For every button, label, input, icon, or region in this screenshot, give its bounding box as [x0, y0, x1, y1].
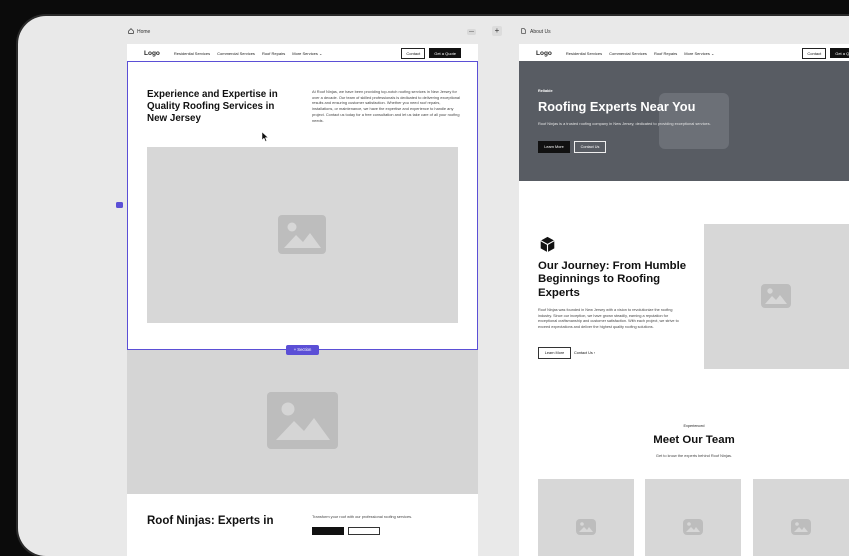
page-menu-button[interactable]: — — [467, 29, 476, 35]
journey-image-placeholder[interactable] — [704, 224, 849, 369]
bottom-title: Roof Ninjas: Experts in — [147, 515, 274, 527]
logo[interactable]: Logo — [144, 50, 160, 57]
cube-icon — [539, 236, 556, 258]
section-handle-icon[interactable] — [116, 202, 123, 208]
hero-paragraph: Roof Ninjas is a trusted roofing company… — [538, 121, 711, 126]
navbar: Logo Residential Services Commercial Ser… — [519, 44, 849, 62]
journey-paragraph: Roof Ninjas was founded in New Jersey wi… — [538, 308, 679, 330]
navbar: Logo Residential Services Commercial Ser… — [127, 44, 478, 62]
hero-paragraph: At Roof Ninjas, we have been providing t… — [312, 89, 460, 123]
team-member-image[interactable] — [645, 479, 741, 556]
nav-link-more-services[interactable]: More Services ⌄ — [684, 51, 714, 56]
journey-contact-us-link[interactable]: Contact Us › — [574, 347, 595, 359]
team-title: Meet Our Team — [653, 434, 735, 446]
image-icon — [683, 519, 703, 535]
journey-learn-more-button[interactable]: Learn More — [538, 347, 571, 359]
contact-us-button[interactable]: Contact Us — [574, 141, 606, 153]
hero-image-placeholder[interactable] — [147, 147, 458, 323]
chevron-right-icon: › — [593, 351, 596, 355]
team-tagline: Experienced — [683, 424, 705, 428]
contact-button[interactable]: Contact — [802, 47, 827, 59]
team-subtitle: Get to know the experts behind Roof Ninj… — [655, 453, 733, 458]
bottom-secondary-button[interactable] — [348, 527, 380, 535]
nav-link-commercial[interactable]: Commercial Services — [217, 51, 255, 56]
contact-button[interactable]: Contact — [401, 47, 426, 59]
editor-canvas: Home — + Logo Residential Services Comme… — [18, 16, 849, 556]
learn-more-button[interactable]: Learn More — [538, 141, 570, 153]
image-icon — [761, 284, 791, 308]
hero-title: Experience and Expertise in Quality Roof… — [147, 89, 278, 124]
page-tab-label: Home — [137, 29, 151, 35]
logo[interactable]: Logo — [536, 50, 552, 57]
journey-title: Our Journey: From Humble Beginnings to R… — [538, 260, 687, 299]
nav-link-more-services[interactable]: More Services ⌄ — [292, 51, 322, 56]
bottom-primary-button[interactable] — [312, 527, 344, 535]
nav-link-residential[interactable]: Residential Services — [174, 51, 210, 56]
get-quote-button[interactable]: Get a Quote — [429, 48, 461, 58]
section-image-placeholder[interactable] — [127, 350, 478, 494]
nav-link-roof-repairs[interactable]: Roof Repairs — [654, 51, 677, 56]
nav-link-more-label: More Services — [292, 50, 318, 56]
nav-link-more-label: More Services — [684, 50, 710, 56]
image-icon — [791, 519, 811, 535]
nav-link-commercial[interactable]: Commercial Services — [609, 51, 647, 56]
page-frame-about-us: Logo Residential Services Commercial Ser… — [519, 44, 849, 556]
team-member-image[interactable] — [538, 479, 634, 556]
add-section-button[interactable]: + Section — [286, 345, 319, 355]
image-icon — [278, 215, 326, 254]
hero-section[interactable]: Experience and Expertise in Quality Roof… — [127, 61, 478, 350]
about-hero-section[interactable]: Reliable Roofing Experts Near You Roof N… — [519, 61, 849, 181]
hero-tagline: Reliable — [538, 89, 553, 93]
team-member-image[interactable] — [753, 479, 849, 556]
chevron-down-icon: ⌄ — [318, 50, 323, 56]
get-quote-button[interactable]: Get a Quote — [830, 48, 849, 58]
page-icon — [521, 28, 526, 36]
bottom-subtext: Transform your roof with our professiona… — [312, 514, 413, 519]
hero-title: Roofing Experts Near You — [538, 99, 696, 114]
page-tab-about-us[interactable]: About Us — [521, 25, 551, 39]
image-icon — [267, 392, 338, 449]
page-tab-label: About Us — [530, 29, 551, 35]
contact-us-label: Contact Us — [574, 351, 593, 355]
nav-link-residential[interactable]: Residential Services — [566, 51, 602, 56]
chevron-down-icon: ⌄ — [710, 50, 715, 56]
home-icon — [128, 28, 134, 36]
page-tab-home[interactable]: Home — — [128, 25, 476, 39]
mouse-cursor-icon — [261, 129, 269, 147]
add-page-button[interactable]: + — [492, 26, 502, 36]
page-frame-home: Logo Residential Services Commercial Ser… — [127, 44, 478, 556]
image-icon — [576, 519, 596, 535]
bottom-section: Roof Ninjas: Experts in Transform your r… — [127, 494, 478, 556]
nav-link-roof-repairs[interactable]: Roof Repairs — [262, 51, 285, 56]
